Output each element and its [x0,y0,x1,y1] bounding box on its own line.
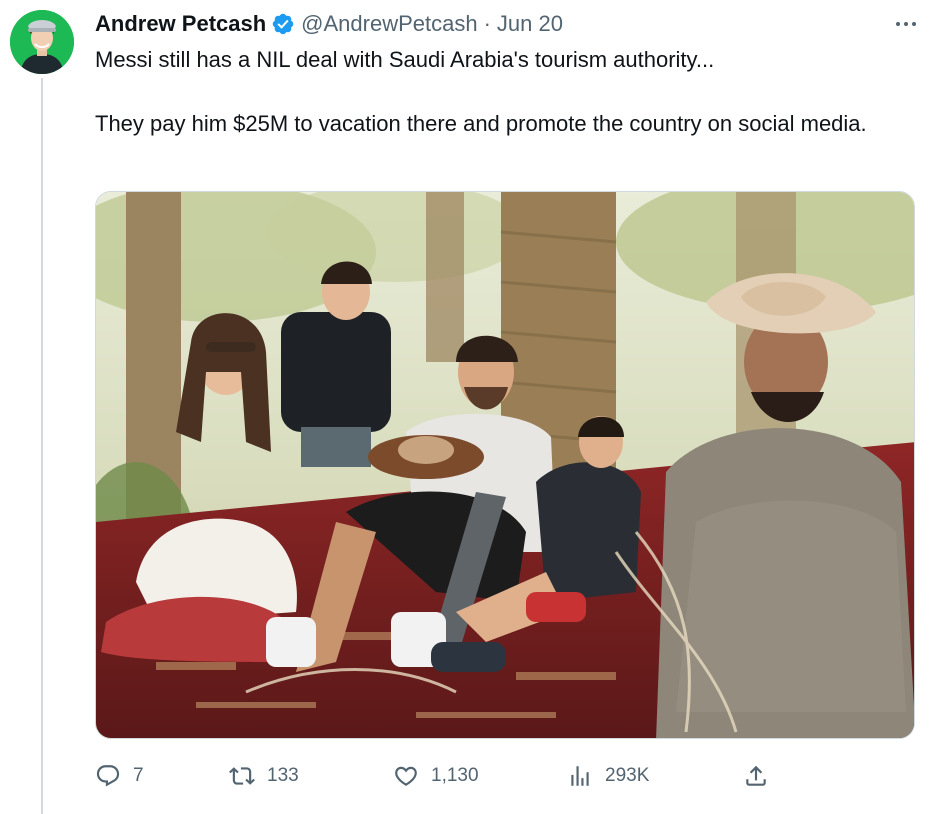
reply-icon [96,765,120,787]
retweet-count: 133 [267,765,299,786]
tweet-date[interactable]: Jun 20 [497,8,563,40]
reply-count: 7 [133,765,144,786]
reply-button[interactable]: 7 [95,758,144,794]
share-icon [746,765,766,786]
views-count: 293K [605,765,650,786]
tweet-text-line-1: Messi still has a NIL deal with Saudi Ar… [95,47,715,72]
avatar-portrait-icon [10,10,74,74]
retweet-button[interactable]: 133 [229,758,299,794]
tweet-text: Messi still has a NIL deal with Saudi Ar… [95,44,915,140]
more-options-button[interactable] [890,12,922,36]
separator-dot: · [483,11,491,36]
heart-icon [395,766,417,786]
like-button[interactable]: 1,130 [393,758,479,794]
avatar[interactable] [10,10,74,74]
tweet-actions: 7 133 1,130 293K [95,758,915,794]
views-chart-icon [571,766,589,786]
thread-line [41,78,43,814]
like-count: 1,130 [431,765,479,786]
verified-badge-icon [272,13,294,35]
tweet-header: Andrew Petcash @AndrewPetcash · Jun 20 [95,8,563,40]
photo-family-picnic-image [96,192,914,738]
more-horizontal-icon [896,22,916,26]
views-button[interactable]: 293K [567,758,649,794]
share-button[interactable] [743,758,781,794]
retweet-icon [229,767,255,785]
tweet[interactable]: Andrew Petcash @AndrewPetcash · Jun 20 M… [0,0,936,814]
handle[interactable]: @AndrewPetcash [301,8,477,40]
display-name[interactable]: Andrew Petcash [95,8,266,40]
tweet-photo[interactable] [95,191,915,739]
tweet-text-line-2: They pay him $25M to vacation there and … [95,111,867,136]
